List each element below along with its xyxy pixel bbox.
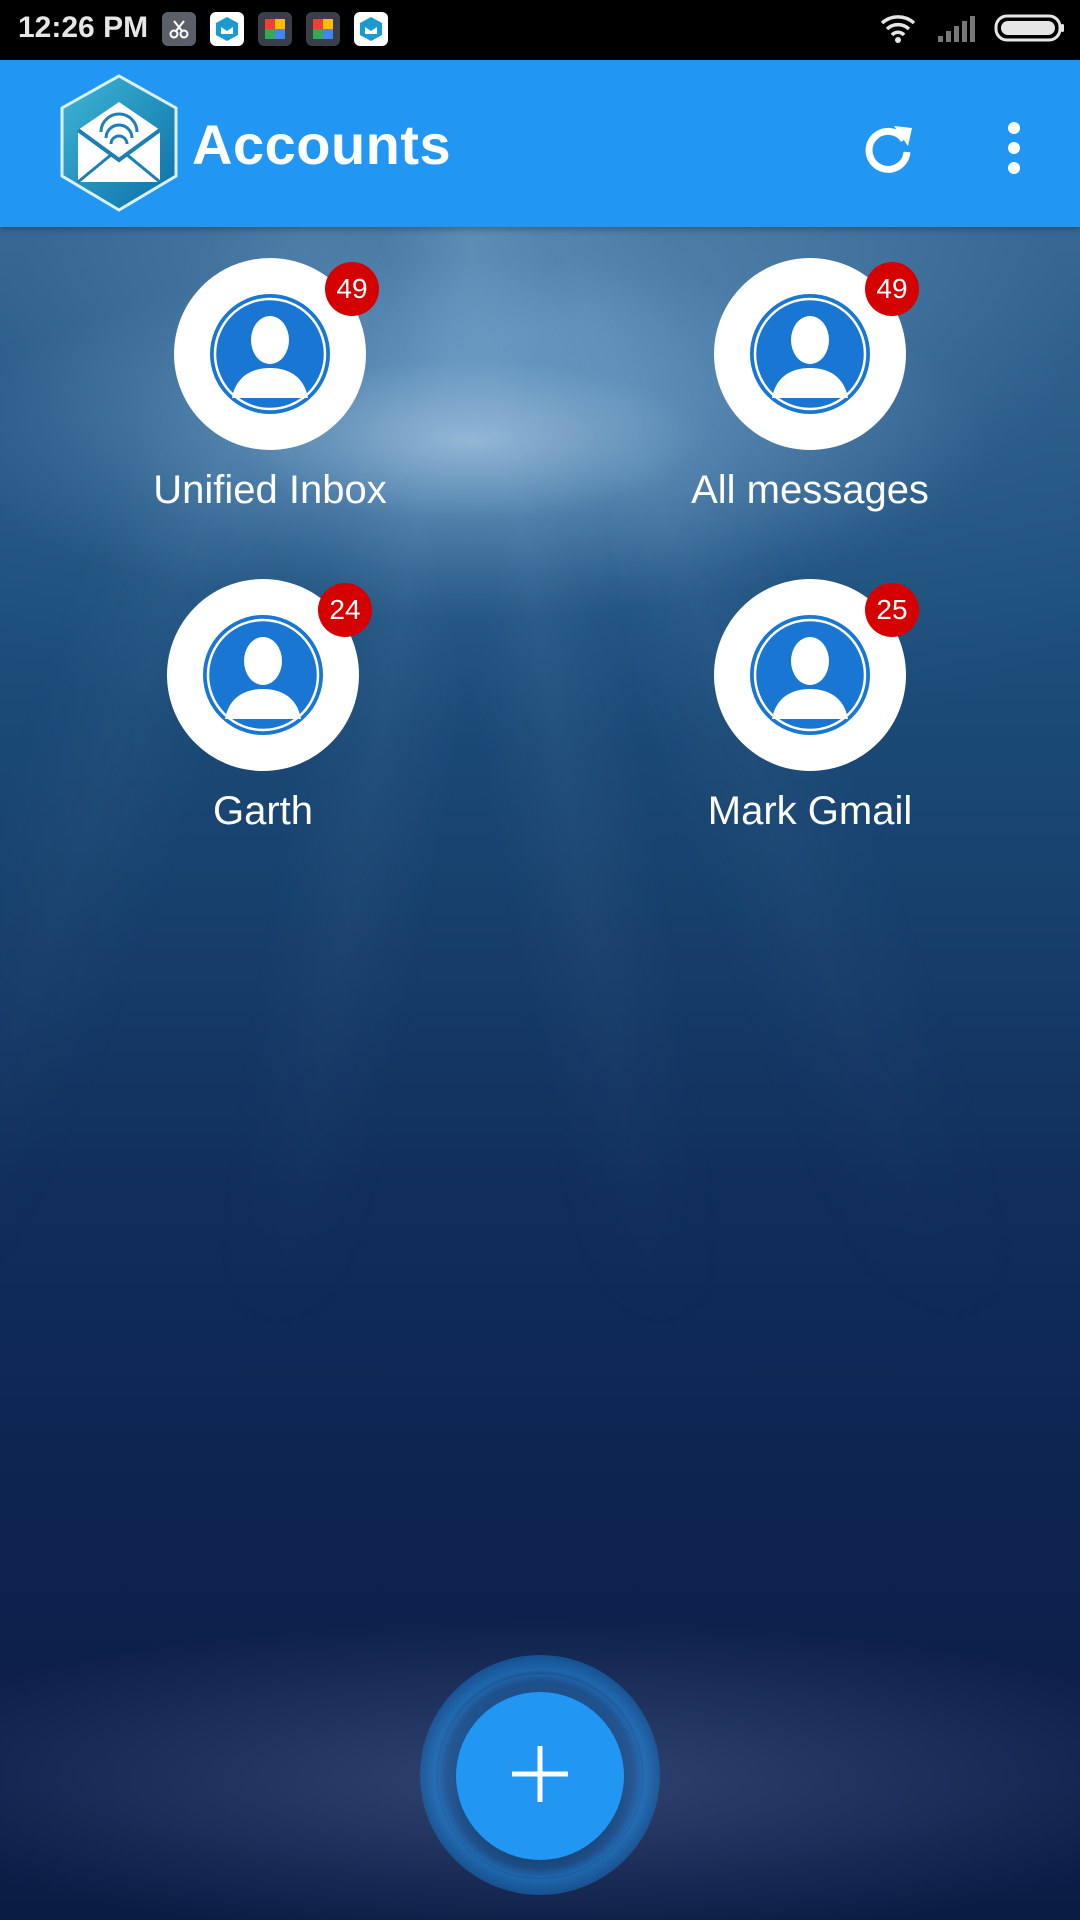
- app-logo-icon: [354, 12, 388, 46]
- more-options-button[interactable]: [994, 118, 1034, 178]
- account-tile-mark-gmail[interactable]: 25 Mark Gmail: [660, 579, 960, 839]
- account-label: Mark Gmail: [707, 789, 913, 833]
- page-title: Accounts: [192, 113, 452, 176]
- refresh-icon: [858, 126, 918, 182]
- unread-count-badge: 49: [865, 262, 919, 316]
- puzzle-app-icon: [306, 12, 340, 46]
- status-right-icons: [878, 12, 1066, 49]
- wifi-icon: [878, 12, 918, 49]
- notification-icons: [162, 12, 388, 46]
- app-logo-icon: [210, 12, 244, 46]
- account-tile-garth[interactable]: 24 Garth: [113, 579, 413, 839]
- account-tile-all-messages[interactable]: 49 All messages: [660, 258, 960, 518]
- unread-count-badge: 24: [318, 583, 372, 637]
- status-time: 12:26 PM: [18, 11, 149, 44]
- more-vert-icon: [994, 122, 1034, 182]
- plus-icon: [508, 1742, 572, 1811]
- app-bar: Accounts: [0, 60, 1080, 227]
- person-icon: [210, 294, 330, 414]
- unread-count-badge: 25: [865, 583, 919, 637]
- refresh-button[interactable]: [858, 118, 918, 178]
- puzzle-app-icon: [258, 12, 292, 46]
- account-tile-unified-inbox[interactable]: 49 Unified Inbox: [120, 258, 420, 518]
- signal-icon: [936, 12, 976, 49]
- unread-count-badge: 49: [325, 262, 379, 316]
- battery-icon: [994, 12, 1066, 49]
- person-icon: [750, 294, 870, 414]
- status-bar: 12:26 PM: [0, 0, 1080, 60]
- scissors-app-icon: [162, 12, 196, 46]
- add-account-button[interactable]: [456, 1692, 624, 1860]
- person-icon: [750, 615, 870, 735]
- account-label: All messages: [691, 468, 929, 512]
- account-label: Unified Inbox: [153, 468, 387, 512]
- app-logo-icon: [56, 72, 182, 214]
- person-icon: [203, 615, 323, 735]
- account-label: Garth: [212, 789, 314, 833]
